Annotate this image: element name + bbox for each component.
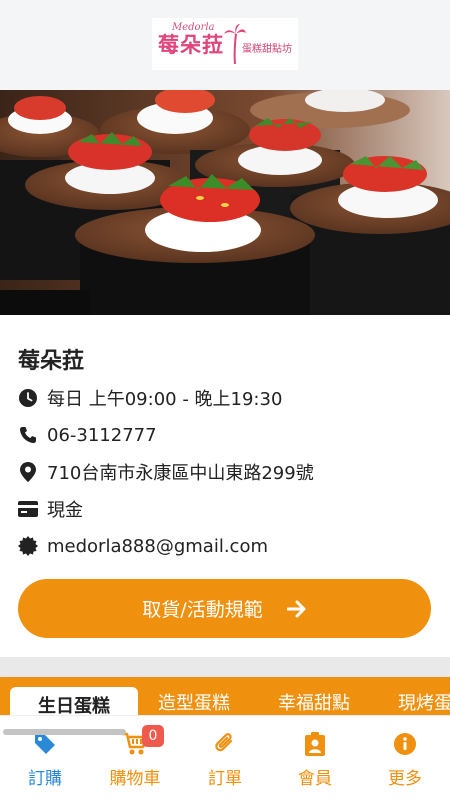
certificate-icon: [18, 536, 38, 556]
logo-subtitle: 蛋糕甜點坊: [242, 44, 292, 55]
category-tabs: 生日蛋糕 造型蛋糕 幸福甜點 現烤蛋: [0, 677, 450, 717]
brand-logo[interactable]: Medorla 莓朵菈 蛋糕甜點坊: [152, 18, 298, 70]
credit-card-icon: [18, 499, 38, 519]
store-phone-row[interactable]: 06-3112777: [18, 422, 157, 448]
paperclip-icon: [214, 732, 236, 756]
tabs-scrollbar[interactable]: [3, 729, 126, 735]
nav-orders[interactable]: 訂單: [180, 716, 270, 801]
nav-more[interactable]: 更多: [360, 716, 450, 801]
tag-icon: [33, 732, 57, 756]
nav-orders-label: 訂單: [208, 769, 242, 789]
tab-fresh-baked[interactable]: 現烤蛋: [398, 689, 450, 715]
arrow-right-icon: [286, 600, 307, 618]
clock-icon: [18, 388, 38, 408]
map-pin-icon: [18, 462, 38, 482]
nav-more-label: 更多: [388, 769, 422, 789]
info-icon: [394, 732, 416, 756]
pickup-rules-label: 取貨/活動規範: [142, 599, 263, 621]
bottom-navigation: 訂購 0 購物車 訂單 會員 更多: [0, 715, 450, 801]
logo-main-text: 莓朵菈: [158, 32, 224, 57]
store-address-row[interactable]: 710台南市永康區中山東路299號: [18, 459, 314, 485]
nav-member[interactable]: 會員: [270, 716, 360, 801]
logo-english-name: Medorla: [172, 22, 215, 33]
store-email-row[interactable]: medorla888@gmail.com: [18, 533, 268, 559]
tab-birthday-cake[interactable]: 生日蛋糕: [10, 687, 138, 717]
store-name: 莓朵菈: [18, 349, 85, 374]
nav-cart-label: 購物車: [109, 769, 161, 789]
phone-icon: [18, 425, 38, 445]
cart-count-badge: 0: [142, 725, 164, 747]
store-info-card: 莓朵菈 每日 上午09:00 - 晚上19:30 06-3112777 710台…: [0, 315, 450, 657]
store-address[interactable]: 710台南市永康區中山東路299號: [47, 459, 314, 485]
tab-character-cake[interactable]: 造型蛋糕: [158, 689, 230, 715]
hero-cake-image: [0, 90, 450, 315]
store-payment: 現金: [47, 500, 83, 521]
store-payment-row: 現金: [18, 496, 83, 522]
app-header: Medorla 莓朵菈 蛋糕甜點坊: [0, 0, 450, 90]
section-divider: [0, 657, 450, 677]
pickup-rules-button[interactable]: 取貨/活動規範: [18, 579, 431, 638]
id-badge-icon: [304, 732, 326, 756]
tab-happy-desserts[interactable]: 幸福甜點: [278, 689, 350, 715]
store-hours: 每日 上午09:00 - 晚上19:30: [47, 389, 283, 410]
store-email[interactable]: medorla888@gmail.com: [47, 536, 268, 557]
store-hours-row: 每日 上午09:00 - 晚上19:30: [18, 385, 282, 411]
cake-photo: [0, 90, 450, 315]
nav-member-label: 會員: [298, 769, 332, 789]
store-phone[interactable]: 06-3112777: [47, 425, 157, 446]
nav-order-label: 訂購: [28, 769, 62, 789]
cart-icon: 0: [122, 725, 164, 756]
